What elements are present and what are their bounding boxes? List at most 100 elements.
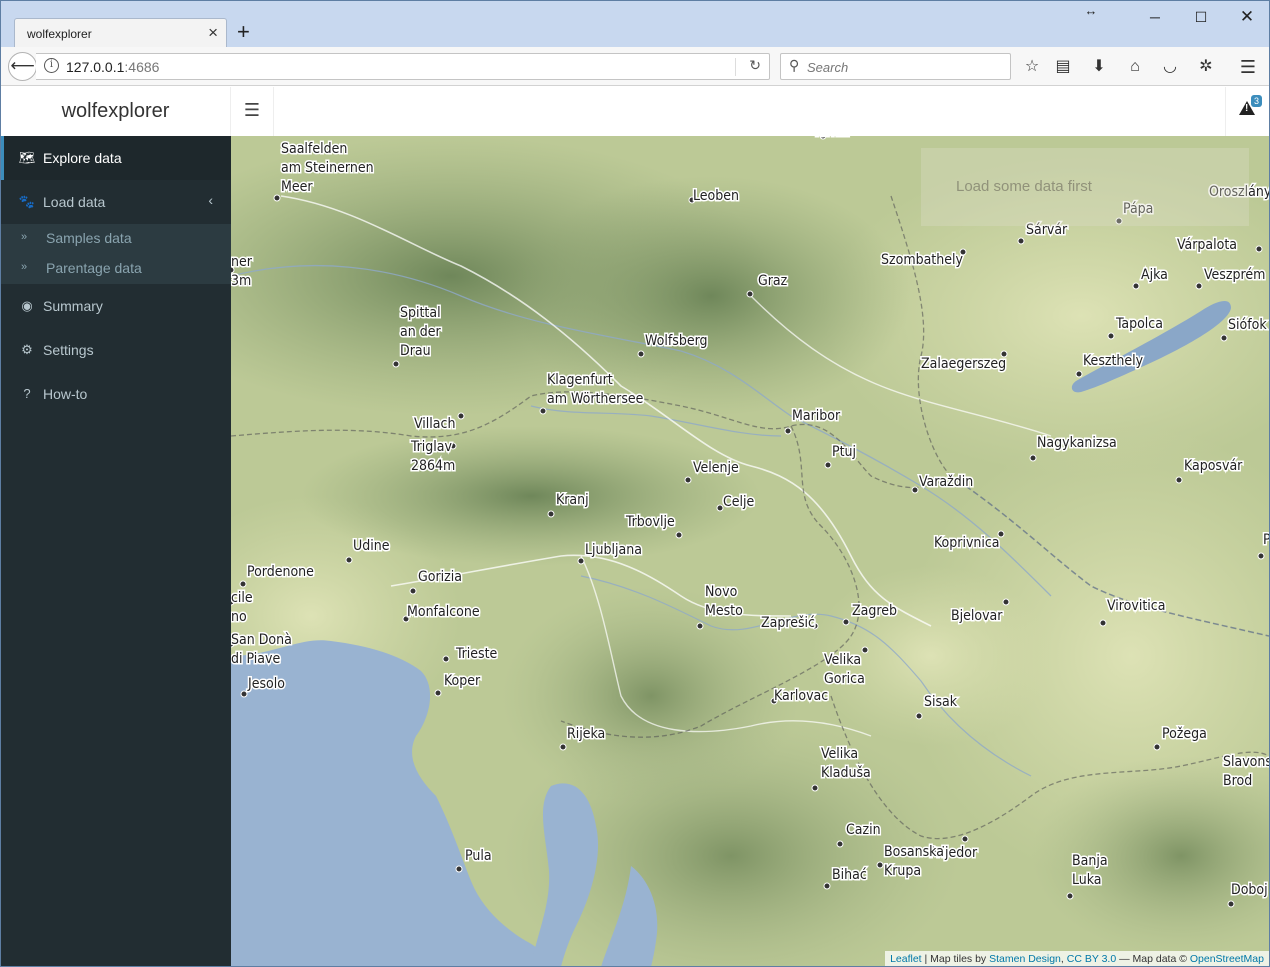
place-label-line: Maribor xyxy=(792,408,841,424)
place-label-line: Kranj xyxy=(556,492,589,508)
extension-icon[interactable]: ✲ xyxy=(1195,56,1217,78)
place-label-line: Virovitica xyxy=(1107,598,1165,614)
search-input[interactable]: ⚲ Search xyxy=(780,53,1011,80)
notifications-badge: 3 xyxy=(1251,95,1263,107)
place-label-line: Banja xyxy=(1072,853,1108,869)
sidebar-item-load-data[interactable]: 🐾 Load data ‹ xyxy=(1,180,231,224)
place-label: Celje xyxy=(723,494,755,510)
angle-double-right-icon: » xyxy=(21,231,28,243)
submenu-item-parentage-data[interactable]: » Parentage data xyxy=(1,254,231,284)
url-bar[interactable]: i 127.0.0.1:4686 ↻ xyxy=(36,53,770,80)
browser-tab[interactable]: wolfexplorer × xyxy=(14,18,227,48)
reload-icon[interactable]: ↻ xyxy=(749,57,761,74)
sidebar-item-explore-data[interactable]: 🗺 Explore data xyxy=(1,136,231,180)
close-tab-icon[interactable]: × xyxy=(208,23,218,43)
url-text[interactable]: 127.0.0.1:4686 xyxy=(66,59,159,75)
leaflet-link[interactable]: Leaflet xyxy=(890,953,922,965)
navigation-toolbar: ⟵ i 127.0.0.1:4686 ↻ ⚲ Search ☆ ▤ ⬇ ⌂ ◡ … xyxy=(1,47,1269,86)
map-view[interactable]: Saalfelden am Steinernen Meer Leoben Graz Szo… xyxy=(231,136,1269,967)
maximize-icon[interactable]: ☐ xyxy=(1191,7,1211,27)
place-label-line: Cazin xyxy=(846,822,881,838)
place-terniz: Terniz xyxy=(811,136,851,142)
place-karlovac: Karlovac xyxy=(770,687,830,706)
place-label-line: Velenje xyxy=(693,460,739,476)
place-label: Siófok xyxy=(1228,317,1267,333)
place-label-line: Villach xyxy=(414,416,455,432)
empty-data-notice: Load some data first xyxy=(921,148,1249,226)
window-close-icon[interactable]: ✕ xyxy=(1237,7,1257,27)
place-label-line: Kaposvár xyxy=(1184,458,1243,474)
place-label-line: Saalfelden xyxy=(281,141,347,157)
place-dot xyxy=(1075,370,1083,378)
sidebar-item-summary[interactable]: ◉ Summary xyxy=(1,284,231,328)
download-icon[interactable]: ⬇ xyxy=(1088,56,1110,78)
sidebar-item-settings[interactable]: ⚙ Settings xyxy=(1,328,231,372)
place-dot xyxy=(409,587,417,595)
place-label-line: Monfalcone xyxy=(407,604,480,620)
place-label-line: Velika xyxy=(821,746,858,762)
place-label-line: cile xyxy=(231,590,253,606)
pocket-icon[interactable]: ◡ xyxy=(1159,56,1181,78)
place-label-line: ner xyxy=(231,254,253,270)
place-label-line: Celje xyxy=(723,494,755,510)
place-dot xyxy=(637,350,645,358)
place-dot xyxy=(696,622,704,630)
search-placeholder: Search xyxy=(807,60,849,75)
place-label: Rijeka xyxy=(567,726,605,742)
place-label-line: Brod xyxy=(1223,773,1252,789)
place-label-line: 3m xyxy=(231,273,251,289)
place-label-line: Velika xyxy=(824,652,861,668)
minimize-icon[interactable]: ─ xyxy=(1145,7,1165,27)
place-label-line: am Wörthersee xyxy=(547,391,644,407)
place-label-line: am Steinernen xyxy=(281,160,374,176)
place-dot xyxy=(915,712,923,720)
place-dot xyxy=(824,461,832,469)
submenu-item-label: Samples data xyxy=(46,230,132,246)
place-label-line: Krupa xyxy=(884,863,921,879)
tab-strip: wolfexplorer × + ↔ ─ ☐ ✕ xyxy=(1,1,1269,48)
place-label: Jesolo xyxy=(247,676,285,692)
bookmark-star-icon[interactable]: ☆ xyxy=(1021,56,1043,78)
back-arrow-icon[interactable]: ⟵ xyxy=(8,52,37,81)
submenu-item-label: Parentage data xyxy=(46,260,142,276)
place-dot xyxy=(823,882,831,890)
new-tab-icon[interactable]: + xyxy=(237,20,250,44)
place-label-line: Pordenone xyxy=(247,564,314,580)
sidebar-item-how-to[interactable]: ? How-to xyxy=(1,372,231,416)
place-label: Ajka xyxy=(1141,267,1168,283)
place-label-line: di Piave xyxy=(231,651,280,667)
sidebar-toggle-icon[interactable]: ☰ xyxy=(231,87,274,136)
place-label: Karlovac xyxy=(774,688,828,704)
menu-icon[interactable]: ☰ xyxy=(1237,56,1259,78)
place-label-line: Mesto xyxy=(705,603,743,619)
home-icon[interactable]: ⌂ xyxy=(1124,56,1146,78)
place-label-line: Jesolo xyxy=(247,676,285,692)
place-dot xyxy=(1066,892,1074,900)
map-tiles[interactable]: Saalfelden am Steinernen Meer Leoben Graz Szo… xyxy=(231,136,1269,967)
place-dot xyxy=(1132,282,1140,290)
reading-list-icon[interactable]: ▤ xyxy=(1052,56,1074,78)
stamen-link[interactable]: Stamen Design xyxy=(989,953,1061,965)
place-dot xyxy=(746,290,754,298)
place-label-line: P xyxy=(1263,532,1269,548)
place-dot xyxy=(1227,900,1235,908)
question-circle-icon: ? xyxy=(23,386,31,401)
place-dot xyxy=(434,689,442,697)
tab-title: wolfexplorer xyxy=(27,27,92,41)
place-label-line: Karlovac xyxy=(774,688,828,704)
place-label: Koper xyxy=(444,673,481,689)
place-label-line: Varaždin xyxy=(919,474,973,490)
place-dot xyxy=(1107,332,1115,340)
place-label: Maribor xyxy=(792,408,841,424)
notifications-button[interactable]: 3 xyxy=(1225,87,1269,136)
app-logo[interactable]: wolfexplorer xyxy=(1,87,231,136)
submenu-item-samples-data[interactable]: » Samples data xyxy=(1,224,231,254)
place-label-line: no xyxy=(231,609,247,625)
osm-link[interactable]: OpenStreetMap xyxy=(1190,953,1264,965)
site-info-icon[interactable]: i xyxy=(44,58,59,73)
place-label: Pula xyxy=(465,848,492,864)
place-label-line: Slavons xyxy=(1223,754,1269,770)
place-label-line: Tapolca xyxy=(1115,316,1163,332)
chevron-left-icon: ‹ xyxy=(208,192,213,208)
license-link[interactable]: CC BY 3.0 xyxy=(1067,953,1116,965)
